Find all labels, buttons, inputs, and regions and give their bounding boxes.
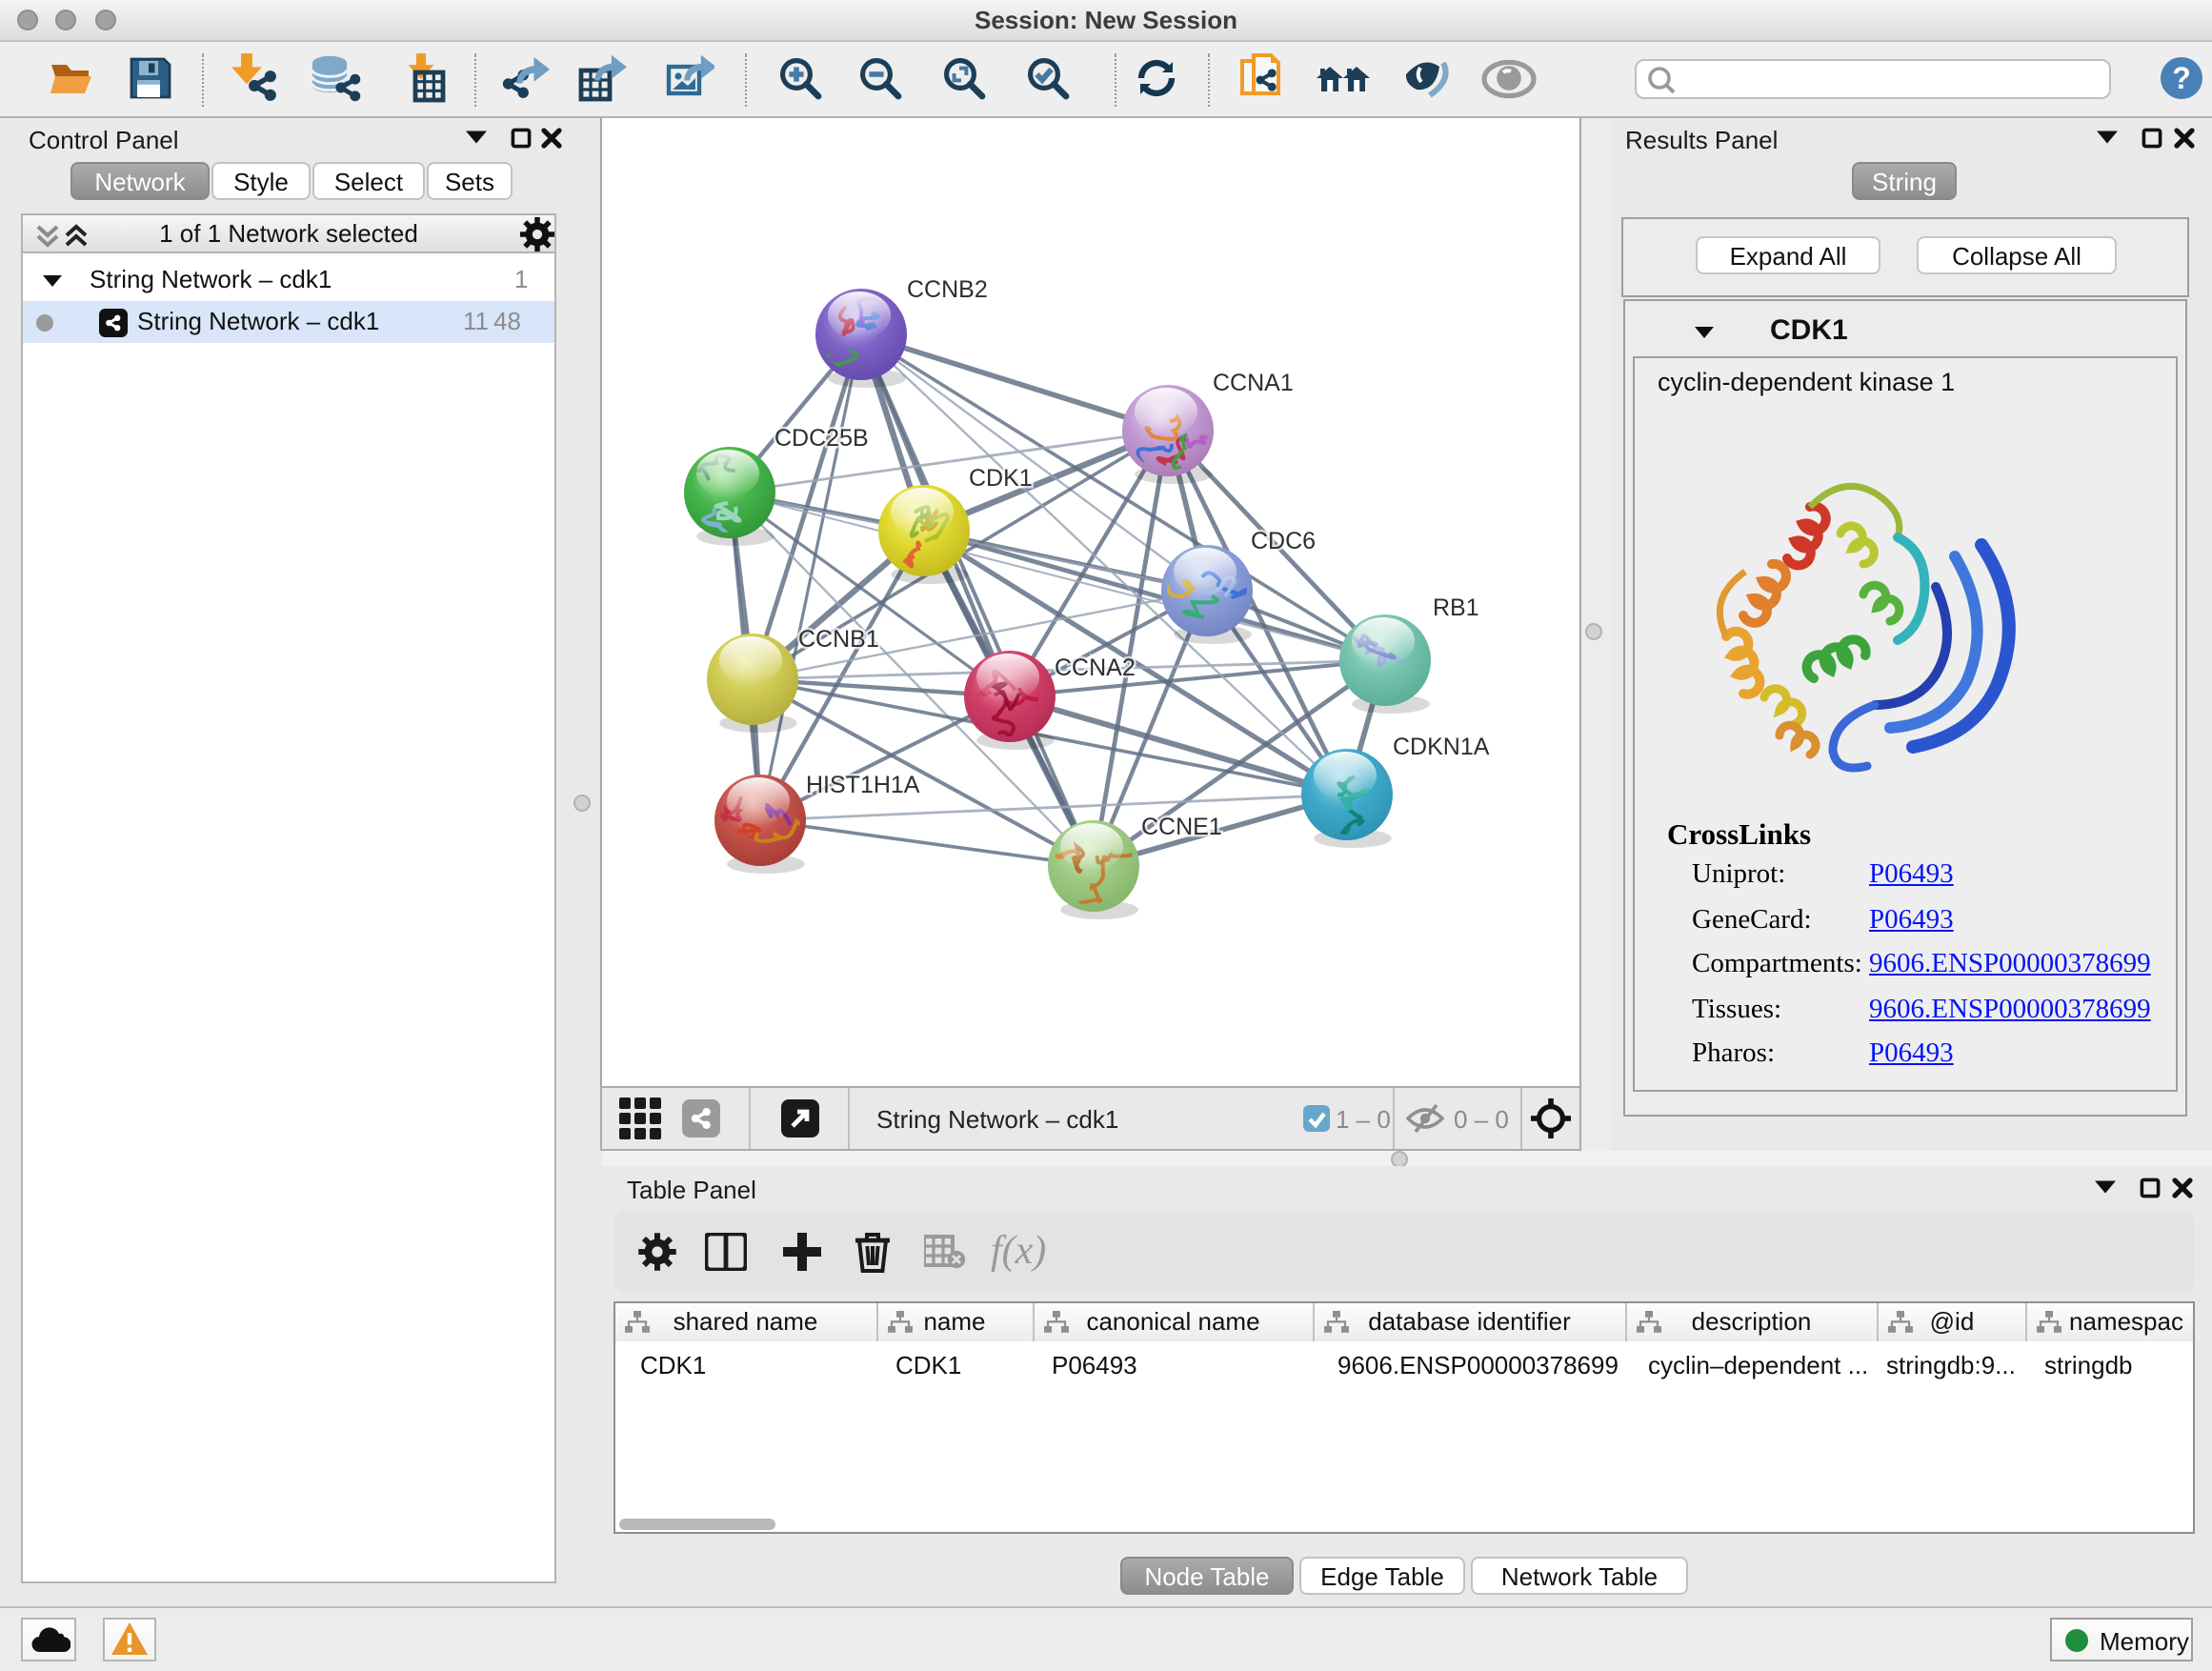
svg-text:CCNA2: CCNA2 [1055,654,1136,681]
svg-text:?: ? [2172,61,2191,95]
svg-text:CCNA1: CCNA1 [1213,370,1294,396]
svg-text:CCNE1: CCNE1 [1141,814,1222,840]
svg-text:CDC6: CDC6 [1251,528,1316,554]
svg-text:CDK1: CDK1 [969,465,1033,492]
svg-text:CCNB2: CCNB2 [907,276,988,303]
svg-text:CDC25B: CDC25B [774,425,869,452]
svg-text:CCNB1: CCNB1 [798,626,879,653]
svg-text:CDKN1A: CDKN1A [1393,734,1490,760]
svg-text:HIST1H1A: HIST1H1A [806,772,920,798]
svg-text:RB1: RB1 [1433,594,1479,621]
